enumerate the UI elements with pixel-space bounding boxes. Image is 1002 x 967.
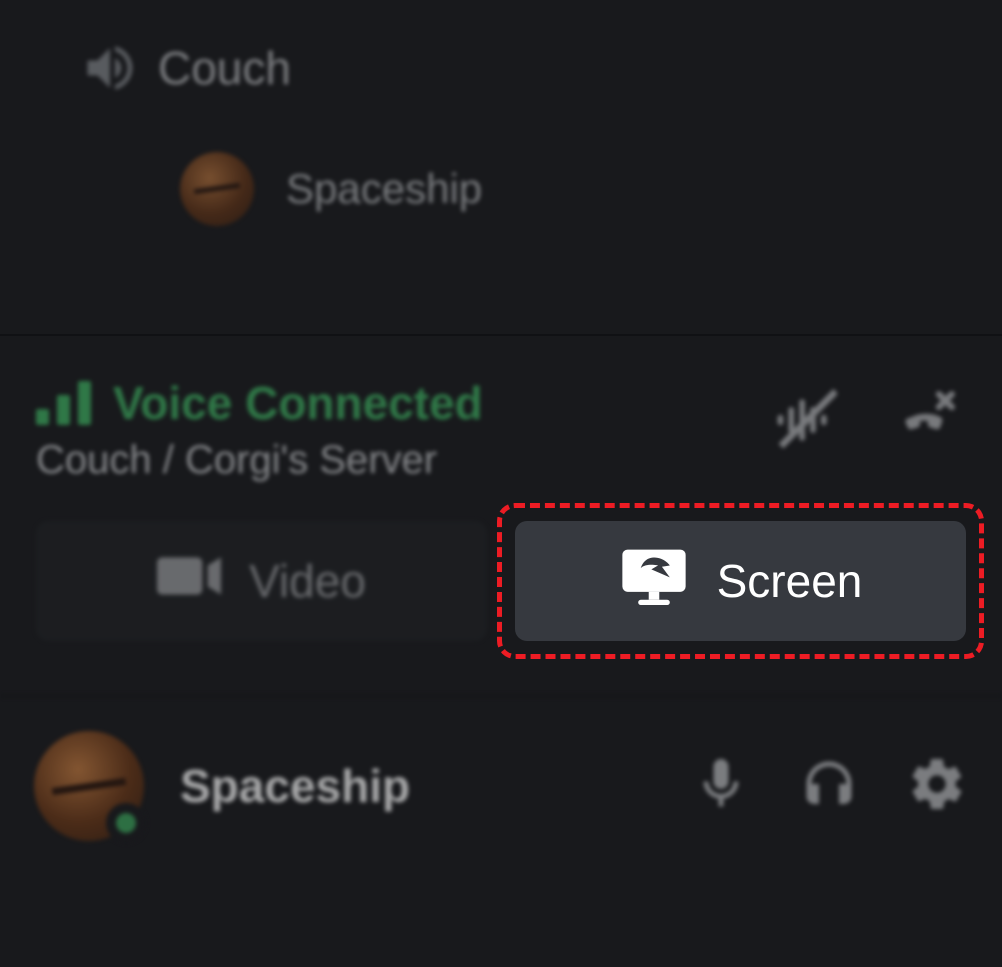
voice-channel-name: Couch xyxy=(158,41,291,95)
voice-status-block[interactable]: Voice Connected Couch / Corgi's Server xyxy=(36,376,766,483)
video-camera-icon xyxy=(157,550,221,613)
channel-list: Couch Spaceship xyxy=(0,0,1002,334)
screen-button-label: Screen xyxy=(717,554,863,608)
microphone-icon xyxy=(691,754,751,819)
user-panel: Spaceship xyxy=(0,695,1002,875)
channel-member-row[interactable]: Spaceship xyxy=(0,134,1002,244)
video-button-label: Video xyxy=(249,554,366,608)
headphones-icon xyxy=(799,754,859,819)
voice-status-text: Voice Connected xyxy=(113,376,483,430)
voice-channel-path: Couch / Corgi's Server xyxy=(36,438,766,483)
speaker-icon xyxy=(80,38,140,98)
user-name: Spaceship xyxy=(180,759,684,813)
deafen-button[interactable] xyxy=(792,749,866,823)
user-settings-button[interactable] xyxy=(900,749,974,823)
screen-share-icon xyxy=(619,547,689,616)
mute-button[interactable] xyxy=(684,749,758,823)
screen-share-button[interactable]: Screen xyxy=(515,521,966,641)
user-avatar[interactable] xyxy=(34,731,144,841)
disconnect-button[interactable] xyxy=(886,382,966,462)
video-button[interactable]: Video xyxy=(36,521,487,641)
noise-suppression-button[interactable] xyxy=(766,382,846,462)
voice-connected-panel: Voice Connected Couch / Corgi's Server xyxy=(0,334,1002,667)
voice-channel-row[interactable]: Couch xyxy=(0,30,1002,106)
status-indicator-online xyxy=(106,803,146,843)
channel-member-name: Spaceship xyxy=(286,165,482,213)
gear-icon xyxy=(907,754,967,819)
avatar xyxy=(180,152,254,226)
noise-suppression-icon xyxy=(775,389,837,456)
signal-bars-icon xyxy=(36,381,91,425)
disconnect-call-icon xyxy=(895,389,957,456)
